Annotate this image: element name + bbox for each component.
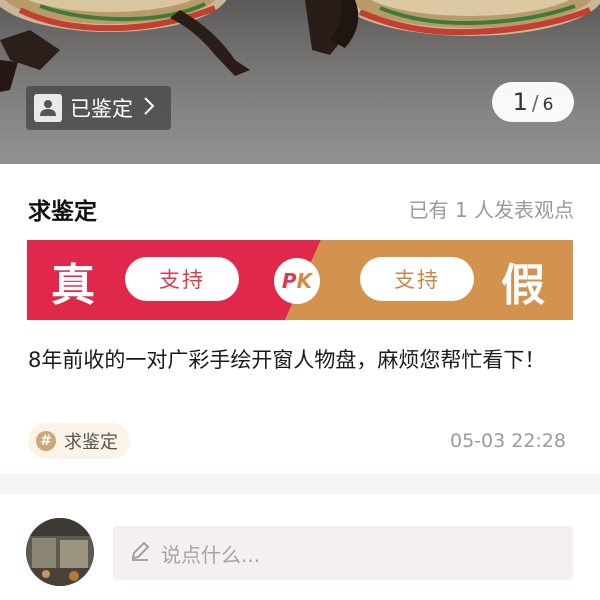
page-counter: 1 / 6: [492, 82, 574, 122]
page-current: 1: [512, 88, 528, 116]
topic-tag[interactable]: # 求鉴定: [28, 423, 130, 459]
vote-fake-label: 假: [501, 260, 545, 311]
opinions-summary: 已有 1 人发表观点: [408, 198, 574, 222]
support-fake-button[interactable]: 支持: [360, 257, 474, 301]
vote-bar: 真 支持 PK 支持 假: [27, 240, 573, 320]
verified-badge-label: 已鉴定: [70, 97, 133, 121]
verified-person-icon: [34, 94, 62, 122]
page-total: 6: [542, 95, 554, 115]
title-row: 求鉴定 已有 1 人发表观点: [28, 192, 574, 225]
avatar[interactable]: [26, 518, 94, 586]
comment-input[interactable]: 说点什么...: [113, 526, 573, 580]
pk-badge: PK: [274, 258, 320, 304]
photo-carousel[interactable]: 已鉴定 1 / 6: [0, 0, 600, 164]
verified-badge[interactable]: 已鉴定: [26, 86, 171, 130]
pk-left: P: [281, 269, 297, 293]
comment-placeholder: 说点什么...: [161, 542, 261, 567]
post-timestamp: 05-03 22:28: [449, 430, 566, 452]
vote-real-label: 真: [51, 260, 95, 311]
pencil-icon: [129, 540, 151, 566]
support-real-button[interactable]: 支持: [125, 257, 239, 301]
page-title: 求鉴定: [28, 199, 97, 225]
hash-icon: #: [36, 431, 56, 451]
chevron-right-icon: [143, 96, 155, 120]
topic-tag-label: 求鉴定: [64, 432, 118, 453]
page-separator: /: [531, 91, 539, 115]
post-description: 8年前收的一对广彩手绘开窗人物盘，麻烦您帮忙看下！: [28, 348, 546, 372]
section-divider: [0, 474, 600, 494]
pk-right: K: [296, 269, 313, 293]
